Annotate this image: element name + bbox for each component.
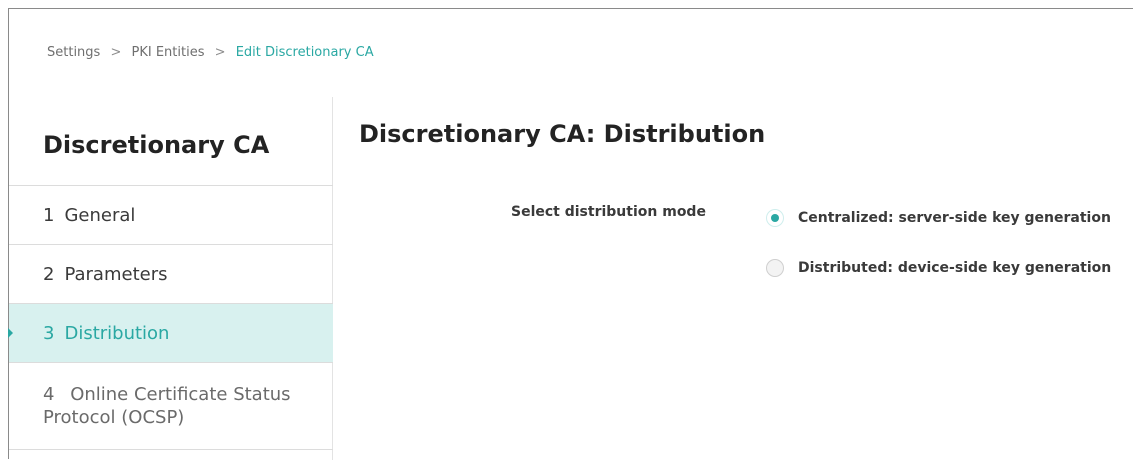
sidebar-item-label: Parameters	[64, 263, 168, 285]
sidebar-item-label: Online Certificate Status Protocol (OCSP…	[43, 383, 291, 428]
distributed-radio-option[interactable]: Distributed: device-side key generation	[766, 259, 1111, 277]
breadcrumb-separator: >	[214, 45, 226, 60]
centralized-radio-option[interactable]: Centralized: server-side key generation	[766, 209, 1111, 227]
distribution-mode-label: Select distribution mode	[511, 204, 706, 220]
breadcrumb-pki-entities[interactable]: PKI Entities	[132, 45, 205, 60]
edit-discretionary-ca-page: Settings > PKI Entities > Edit Discretio…	[8, 8, 1133, 460]
sidebar-item-distribution[interactable]: 3 Distribution	[8, 304, 333, 363]
step-number: 1	[43, 204, 55, 226]
breadcrumb-settings[interactable]: Settings	[47, 45, 100, 60]
wizard-sidebar: Discretionary CA 1 General 2 Parameters …	[8, 97, 333, 460]
sidebar-item-label-wrap: 4 Online Certificate Status Protocol (OC…	[43, 383, 333, 429]
radio-unchecked-icon[interactable]	[766, 259, 784, 277]
sidebar-item-parameters[interactable]: 2 Parameters	[9, 245, 333, 304]
sidebar-item-label: General	[64, 204, 136, 226]
wizard-steps: 1 General 2 Parameters 3 Distribution 4 …	[8, 185, 333, 450]
step-number: 4	[43, 383, 55, 405]
breadcrumb-edit-discretionary-ca: Edit Discretionary CA	[235, 45, 374, 60]
sidebar-item-ocsp[interactable]: 4 Online Certificate Status Protocol (OC…	[9, 363, 333, 450]
radio-dot-icon	[771, 214, 779, 222]
centralized-option-label: Centralized: server-side key generation	[798, 210, 1111, 226]
breadcrumb-separator: >	[110, 45, 122, 60]
distributed-option-label: Distributed: device-side key generation	[798, 260, 1112, 276]
page-title: Discretionary CA: Distribution	[359, 120, 766, 148]
sidebar-item-label: Distribution	[64, 322, 170, 344]
step-number: 3	[43, 322, 55, 344]
radio-checked-icon[interactable]	[766, 209, 784, 227]
breadcrumb: Settings > PKI Entities > Edit Discretio…	[47, 45, 374, 60]
sidebar-title: Discretionary CA	[43, 131, 270, 159]
step-number: 2	[43, 263, 55, 285]
sidebar-item-general[interactable]: 1 General	[9, 186, 333, 245]
